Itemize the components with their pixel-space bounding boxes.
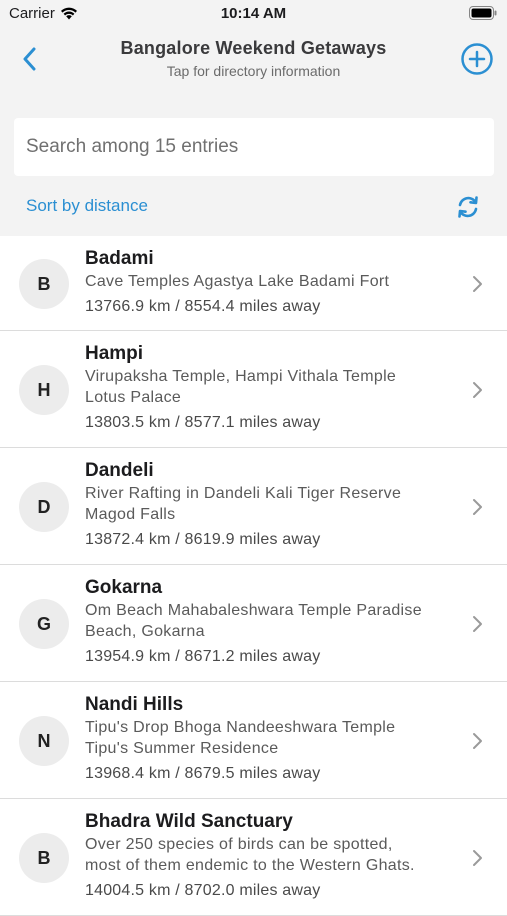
entries-list: B Badami Cave Temples Agastya Lake Badami …: [0, 236, 507, 916]
list-item[interactable]: H Hampi Virupaksha Temple, Hampi Vithala T…: [0, 331, 507, 448]
list-item-title: Nandi Hills: [85, 694, 184, 715]
list-item-title: Badami: [85, 248, 154, 269]
list-item-distance: 13803.5 km / 8577.1 miles away: [85, 414, 321, 431]
list-item-description: River Rafting in Dandeli Kali Tiger Rese…: [85, 485, 402, 502]
list-item-description: Cave Temples Agastya Lake Badami Fort: [85, 273, 390, 290]
list-item-distance: 13968.4 km / 8679.5 miles away: [85, 765, 321, 782]
refresh-icon[interactable]: [455, 194, 481, 220]
list-item-text: Badami Cave Temples Agastya Lake Badami F…: [85, 247, 467, 317]
avatar: N: [19, 716, 69, 766]
list-item-distance: 13766.9 km / 8554.4 miles away: [85, 298, 321, 315]
chevron-right-icon: [473, 733, 482, 749]
avatar: H: [19, 365, 69, 415]
avatar: D: [19, 482, 69, 532]
back-button[interactable]: [14, 42, 44, 76]
list-item-description: Over 250 species of birds can be spotted…: [85, 836, 393, 853]
list-item[interactable]: B Badami Cave Temples Agastya Lake Badami …: [0, 236, 507, 331]
avatar: B: [19, 259, 69, 309]
list-item-description: Tipu's Drop Bhoga Nandeeshwara Temple: [85, 719, 396, 736]
clock: 10:14 AM: [220, 5, 287, 22]
chevron-right-icon: [473, 850, 482, 866]
list-item[interactable]: D Dandeli River Rafting in Dandeli Kali Ti…: [0, 448, 507, 565]
list-item-text: Gokarna Om Beach Mahabaleshwara Temple Pa…: [85, 576, 467, 667]
sort-row: Sort by distance: [0, 190, 507, 224]
list-item-description: most of them endemic to the Western Ghat…: [85, 857, 415, 874]
list-item-description: Om Beach Mahabaleshwara Temple Paradise: [85, 602, 422, 619]
page-subtitle: Tap for directory information: [166, 63, 341, 79]
avatar: G: [19, 599, 69, 649]
list-item-title: Dandeli: [85, 460, 154, 481]
chevron-right-icon: [473, 616, 482, 632]
list-item-description: Tipu's Summer Residence: [85, 740, 279, 757]
directory-info-header[interactable]: Bangalore Weekend Getaways Tap for direc…: [60, 38, 447, 79]
chevron-right-icon: [473, 276, 482, 292]
sort-by-distance-button[interactable]: Sort by distance: [26, 196, 148, 216]
list-item-description: Virupaksha Temple, Hampi Vithala Temple: [85, 368, 397, 385]
list-item[interactable]: N Nandi Hills Tipu's Drop Bhoga Nandeeshwa…: [0, 682, 507, 799]
list-item-distance: 14004.5 km / 8702.0 miles away: [85, 882, 321, 899]
chevron-right-icon: [473, 499, 482, 515]
list-item-text: Hampi Virupaksha Temple, Hampi Vithala Te…: [85, 342, 467, 433]
chevron-left-icon: [23, 47, 36, 71]
list-item-text: Dandeli River Rafting in Dandeli Kali Tig…: [85, 459, 467, 550]
search-input[interactable]: Search among 15 entries: [14, 118, 494, 176]
list-item-title: Bhadra Wild Sanctuary: [85, 811, 293, 832]
navigation-bar: Bangalore Weekend Getaways Tap for direc…: [0, 28, 507, 90]
page-title: Bangalore Weekend Getaways: [120, 38, 387, 58]
list-item-description: Beach, Gokarna: [85, 623, 205, 640]
list-item-description: Magod Falls: [85, 506, 176, 523]
chevron-right-icon: [473, 382, 482, 398]
list-item-distance: 13872.4 km / 8619.9 miles away: [85, 531, 321, 548]
battery-icon: [469, 6, 497, 20]
search-placeholder: Search among 15 entries: [26, 136, 239, 157]
add-entry-button[interactable]: [460, 42, 494, 76]
list-item[interactable]: B Bhadra Wild Sanctuary Over 250 species o…: [0, 799, 507, 916]
list-item-title: Hampi: [85, 343, 144, 364]
avatar: B: [19, 833, 69, 883]
list-item-text: Nandi Hills Tipu's Drop Bhoga Nandeeshwar…: [85, 693, 467, 784]
status-bar: Carrier 10:14 AM: [0, 0, 507, 28]
list-item-description: Lotus Palace: [85, 389, 182, 406]
list-item[interactable]: G Gokarna Om Beach Mahabaleshwara Temple P…: [0, 565, 507, 682]
list-item-text: Bhadra Wild Sanctuary Over 250 species of…: [85, 810, 467, 901]
list-item-distance: 13954.9 km / 8671.2 miles away: [85, 648, 321, 665]
list-item-title: Gokarna: [85, 577, 163, 598]
